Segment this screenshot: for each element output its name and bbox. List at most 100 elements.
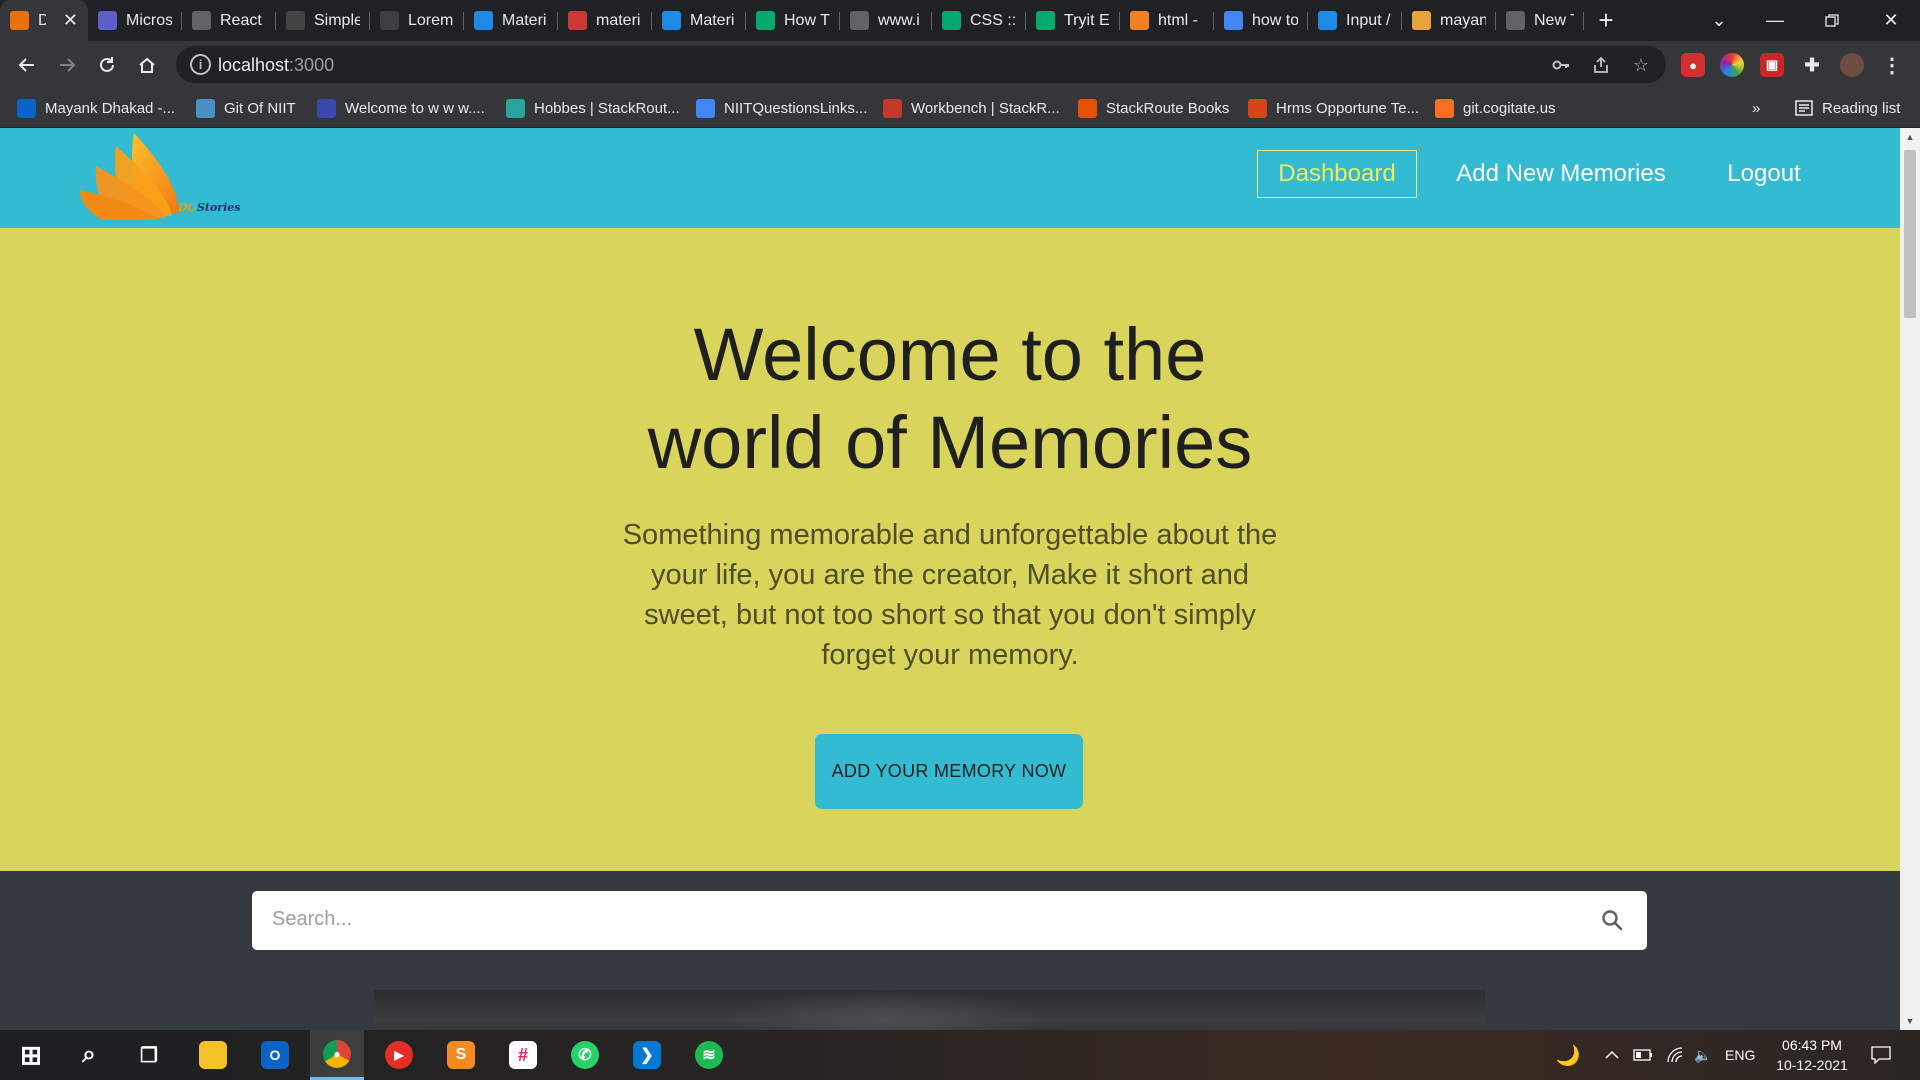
back-icon[interactable]: [11, 49, 43, 81]
color-picker-extension-icon[interactable]: [1720, 53, 1744, 77]
scrollbar-thumb[interactable]: [1904, 150, 1916, 318]
bookmarks-overflow-button[interactable]: »: [1752, 96, 1760, 120]
browser-tab[interactable]: materi: [558, 0, 652, 41]
taskbar-button[interactable]: ▶: [372, 1030, 426, 1080]
tab-search-icon[interactable]: ⌄: [1690, 0, 1748, 41]
language-indicator[interactable]: ENG: [1725, 1030, 1755, 1080]
tab-title: React: [220, 11, 262, 29]
browser-tab[interactable]: Simple: [276, 0, 370, 41]
site-info-icon[interactable]: i: [190, 54, 211, 75]
lorem-icon: [380, 11, 399, 30]
windows-taskbar: 🌙 🔈 ENG 06:43 PM 10-12-2021 ⊞ ⌕ ❐ O ● ▶ S # ✆ ❯ ≋: [0, 1030, 1920, 1080]
search-icon[interactable]: [1597, 905, 1627, 935]
image-cloud-texture: [724, 990, 1044, 1030]
book-icon: [1078, 98, 1097, 118]
browser-tab[interactable]: how to: [1214, 0, 1308, 41]
browser-tab[interactable]: CSS ::p: [932, 0, 1026, 41]
search-input[interactable]: Search...: [272, 908, 352, 931]
taskbar-button[interactable]: ⌕: [62, 1030, 116, 1080]
browser-tab[interactable]: Lorem: [370, 0, 464, 41]
browser-tab[interactable]: Dg ✕: [0, 0, 88, 41]
weather-icon[interactable]: 🌙: [1554, 1030, 1582, 1080]
bookmark-label: Hobbes | StackRout...: [534, 99, 680, 117]
bookmark-item[interactable]: Hobbes | StackRout...: [506, 96, 680, 120]
tab-title: www.i: [878, 11, 920, 29]
browser-tab[interactable]: Materi: [464, 0, 558, 41]
new-tab-button[interactable]: +: [1584, 0, 1628, 41]
browser-tab[interactable]: New T: [1496, 0, 1584, 41]
tray-chevron-icon[interactable]: [1603, 1030, 1621, 1080]
close-tab-icon[interactable]: ✕: [63, 10, 78, 31]
spotify-icon: ≋: [695, 1041, 723, 1069]
reload-icon[interactable]: [91, 49, 123, 81]
taskbar-clock[interactable]: 06:43 PM 10-12-2021: [1762, 1035, 1862, 1075]
bookmark-item[interactable]: git.cogitate.us: [1435, 96, 1556, 120]
taskbar-button[interactable]: #: [496, 1030, 550, 1080]
browser-tab[interactable]: Micros: [88, 0, 182, 41]
home-icon[interactable]: [131, 49, 163, 81]
taskbar-button[interactable]: O: [248, 1030, 302, 1080]
bookmark-item[interactable]: Mayank Dhakad -...: [17, 96, 175, 120]
bookmark-item[interactable]: StackRoute Books: [1078, 96, 1229, 120]
reading-list-button[interactable]: Reading list: [1795, 96, 1900, 120]
bookmark-item[interactable]: Git Of NIIT: [196, 96, 296, 120]
restore-button[interactable]: [1803, 0, 1861, 41]
bookmark-item[interactable]: Welcome to w w w....: [317, 96, 485, 120]
taskbar-button[interactable]: ✆: [558, 1030, 612, 1080]
share-icon[interactable]: [1588, 52, 1614, 78]
url-text[interactable]: localhost:3000: [218, 55, 334, 76]
wifi-icon[interactable]: [1664, 1030, 1686, 1080]
extensions-puzzle-icon[interactable]: ✚: [1800, 53, 1824, 77]
git-icon: [196, 98, 215, 118]
close-window-button[interactable]: ✕: [1862, 0, 1920, 41]
browser-tab[interactable]: React: [182, 0, 276, 41]
taskbar-button[interactable]: [186, 1030, 240, 1080]
address-bar[interactable]: i localhost:3000 ☆: [176, 46, 1666, 83]
taskbar-button[interactable]: ●: [310, 1030, 364, 1080]
browser-tab[interactable]: How T: [746, 0, 840, 41]
taskbar-button[interactable]: ❐: [122, 1030, 176, 1080]
scroll-up-arrow-icon[interactable]: ▲: [1900, 128, 1920, 146]
sublime-text-icon: S: [447, 1041, 475, 1069]
browser-tab[interactable]: Tryit E: [1026, 0, 1120, 41]
logo-text: DGStories: [178, 201, 241, 214]
outlook-icon: O: [261, 1041, 289, 1069]
volume-icon[interactable]: 🔈: [1692, 1030, 1714, 1080]
nav-dashboard-link[interactable]: Dashboard: [1257, 150, 1417, 198]
search-bar[interactable]: Search...: [252, 891, 1647, 950]
slack-icon: #: [509, 1041, 537, 1069]
browser-tab[interactable]: Input /: [1308, 0, 1402, 41]
browser-toolbar: i localhost:3000 ☆ ● ▣ ✚ ⋮: [0, 41, 1920, 88]
notifications-icon[interactable]: [1866, 1030, 1896, 1080]
taskbar-button[interactable]: ≋: [682, 1030, 736, 1080]
browser-tab[interactable]: html -: [1120, 0, 1214, 41]
memory-card-image[interactable]: [374, 990, 1485, 1030]
browser-tab[interactable]: www.i: [840, 0, 932, 41]
chrome-menu-icon[interactable]: ⋮: [1880, 53, 1904, 77]
browser-tab[interactable]: Materi: [652, 0, 746, 41]
add-memory-button[interactable]: ADD YOUR MEMORY NOW: [815, 734, 1083, 809]
bookmark-item[interactable]: NIITQuestionsLinks...: [696, 96, 867, 120]
nav-logout-link[interactable]: Logout: [1716, 150, 1812, 198]
tab-title: Lorem: [408, 11, 454, 29]
dg-stories-logo[interactable]: DGStories: [74, 128, 264, 228]
taskbar-button[interactable]: ⊞: [4, 1030, 58, 1080]
stackoverflow-icon: [1130, 11, 1149, 30]
taskbar-button[interactable]: ❯: [620, 1030, 674, 1080]
bookmark-item[interactable]: Workbench | StackR...: [883, 96, 1060, 120]
nav-add-new-memories-link[interactable]: Add New Memories: [1446, 150, 1676, 198]
bookmark-star-icon[interactable]: ☆: [1628, 52, 1654, 78]
page-scrollbar[interactable]: ▲ ▼: [1900, 128, 1920, 1030]
adblock-extension-icon[interactable]: ●: [1681, 53, 1705, 77]
forward-icon[interactable]: [51, 49, 83, 81]
browser-tab[interactable]: mayan: [1402, 0, 1496, 41]
screenshot-extension-icon[interactable]: ▣: [1760, 53, 1784, 77]
minimize-button[interactable]: —: [1746, 0, 1804, 41]
battery-icon[interactable]: [1632, 1030, 1654, 1080]
scroll-down-arrow-icon[interactable]: ▼: [1900, 1012, 1920, 1030]
bookmark-label: NIITQuestionsLinks...: [724, 99, 868, 117]
taskbar-button[interactable]: S: [434, 1030, 488, 1080]
profile-avatar[interactable]: [1840, 53, 1864, 77]
key-icon[interactable]: [1548, 52, 1574, 78]
bookmark-item[interactable]: Hrms Opportune Te...: [1248, 96, 1419, 120]
